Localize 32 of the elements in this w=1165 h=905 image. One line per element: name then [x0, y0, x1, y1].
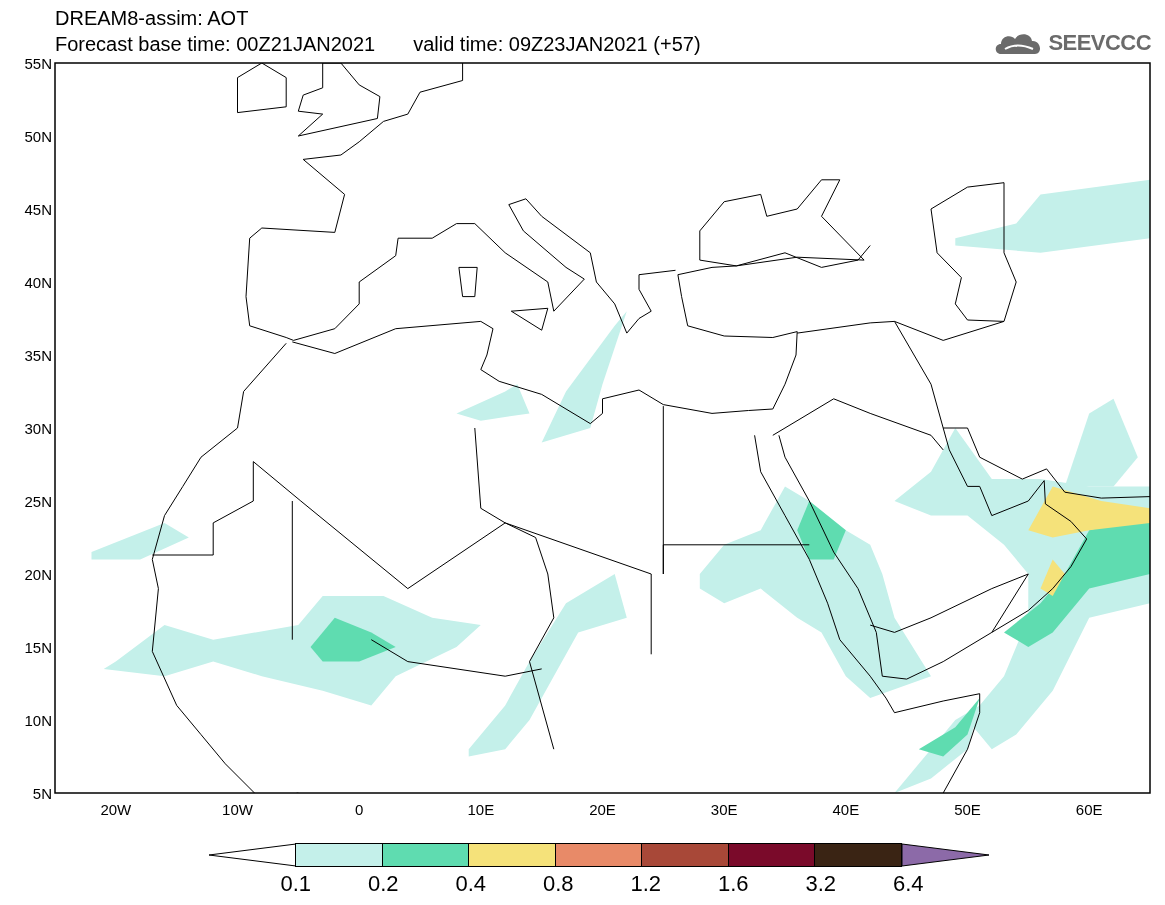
latitude-label: 40N: [24, 274, 52, 291]
longitude-label: 20E: [589, 801, 616, 818]
colorbar-label: 0.4: [455, 871, 487, 896]
colorbar-label: 1.6: [717, 871, 749, 896]
colorbar-label: 0.1: [280, 871, 312, 896]
latitude-label: 5N: [32, 785, 52, 802]
colorbar-label: 0.8: [542, 871, 574, 896]
colorbar-label: 3.2: [805, 871, 837, 896]
colorbar-label: 0.2: [367, 871, 399, 896]
longitude-label: 10E: [467, 801, 495, 818]
latitude-label: 20N: [24, 566, 52, 583]
latitude-label: 10N: [24, 712, 52, 729]
longitude-label: 10W: [222, 801, 253, 818]
latitude-label: 25N: [24, 493, 52, 510]
valid-time: valid time: 09Z23JAN2021 (+57): [413, 32, 701, 57]
latitude-label: 15N: [24, 639, 52, 656]
colorbar-label: 1.2: [630, 871, 662, 896]
longitude-label: 60E: [1075, 801, 1103, 818]
latitude-label: 50N: [24, 128, 52, 145]
latitude-label: 30N: [24, 420, 52, 437]
longitude-label: 0: [355, 801, 364, 818]
latitude-label: 45N: [24, 201, 52, 218]
chart-title: DREAM8-assim: AOT: [55, 6, 250, 31]
latitude-label: 55N: [24, 55, 52, 72]
longitude-label: 30E: [710, 801, 738, 818]
longitude-label: 20W: [100, 801, 132, 818]
logo-text: SEEVCCC: [1048, 29, 1151, 57]
base-time: Forecast base time: 00Z21JAN2021: [55, 32, 376, 57]
colorbar-label: 6.4: [892, 871, 924, 896]
latitude-label: 35N: [24, 347, 52, 364]
longitude-label: 50E: [954, 801, 981, 818]
longitude-label: 40E: [832, 801, 860, 818]
